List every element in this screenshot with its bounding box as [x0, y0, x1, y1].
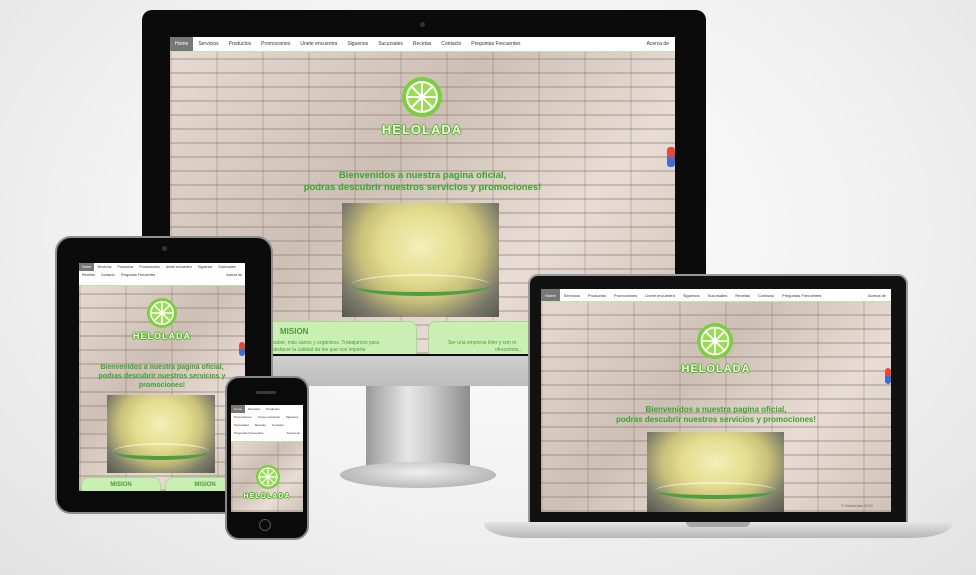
tablet-nav-item-unete[interactable]: Unete encuentra — [163, 263, 195, 271]
tablet-hero-line-2: podras descubrir nuestros servicios y pr… — [98, 373, 226, 390]
laptop-footer-text: © Heloladas 2015 — [841, 503, 873, 508]
laptop-notch — [686, 522, 750, 527]
phone-nav-item-home[interactable]: Home — [231, 405, 246, 413]
laptop-social-badge-icon[interactable] — [885, 368, 891, 384]
nav-item-siguenos[interactable]: Siguenos — [342, 41, 373, 47]
vision-text-1: Ser una empresa líder y con m — [448, 340, 517, 346]
laptop-hero-line-2: podras descubrir nuestros servicios y pr… — [615, 415, 817, 425]
tablet-brand-name: HELOLADA — [133, 331, 191, 341]
nav-item-recetas[interactable]: Recetas — [408, 41, 436, 47]
tablet-nav-item-sucursales[interactable]: Sucursales — [215, 263, 238, 271]
tablet-sorbet-photo — [107, 395, 215, 473]
laptop-nav-item-acerca[interactable]: Acerca de — [863, 293, 891, 298]
phone-nav-item-siguenos[interactable]: Siguenos — [283, 413, 302, 421]
nav-item-preguntas[interactable]: Preguntas Frecuentes — [466, 41, 525, 47]
nav-item-unete[interactable]: Unete encuentra — [295, 41, 342, 47]
phone-lime-logo-icon — [256, 465, 280, 489]
phone-nav-item-promociones[interactable]: Promociones — [231, 413, 255, 421]
tablet-screen: Home Servicios Productos Promociones Une… — [79, 263, 245, 491]
nav-item-home[interactable]: Home — [170, 37, 194, 51]
mission-title: MISION — [280, 327, 309, 336]
laptop-nav-item-servicios[interactable]: Servicios — [560, 293, 584, 298]
mission-text-1: te sabor, más sanos y orgánicos. Trabaja… — [267, 340, 380, 346]
tablet-nav-item-siguenos[interactable]: Siguenos — [195, 263, 216, 271]
tablet-hero-line-1: Bienvenidos a nuestra pagina oficial, — [100, 364, 224, 371]
phone-nav-item-recetas[interactable]: Recetas — [252, 421, 269, 429]
hero-line-2: podras descubrir nuestros servicios y pr… — [303, 182, 542, 194]
monitor-stand-base — [340, 462, 496, 488]
laptop-nav-item-recetas[interactable]: Recetas — [731, 293, 754, 298]
tablet-lime-logo-icon — [147, 298, 177, 328]
laptop-nav-item-promociones[interactable]: Promociones — [610, 293, 641, 298]
laptop-nav-item-productos[interactable]: Productos — [584, 293, 610, 298]
phone-brand-name: HELOLADA — [243, 493, 291, 500]
laptop-nav-item-siguenos[interactable]: Siguenos — [679, 293, 704, 298]
hero-headline: Bienvenidos a nuestra pagina oficial, po… — [260, 170, 585, 195]
phone-nav-item-preguntas[interactable]: Preguntas Frecuentes — [231, 429, 267, 437]
nav-item-sucursales[interactable]: Sucursales — [373, 41, 408, 47]
laptop-nav-item-unete[interactable]: Unete encuentra — [641, 293, 679, 298]
brand-name: HELOLADA — [381, 122, 463, 137]
mission-text-2: sastisfacer la calidad de los que nos im… — [267, 347, 366, 353]
desktop-nav: Home Servicios Productos Promociones Une… — [170, 37, 675, 52]
nav-item-acerca[interactable]: Acerca de — [640, 41, 675, 47]
phone-nav-item-unete[interactable]: Unete encuentra — [255, 413, 283, 421]
tablet-nav-item-home[interactable]: Home — [79, 263, 95, 271]
tablet-nav-item-preguntas[interactable]: Preguntas Frecuentes — [118, 271, 158, 279]
social-badge-icon[interactable] — [667, 147, 675, 167]
tablet-nav-item-recetas[interactable]: Recetas — [79, 271, 98, 279]
laptop-screen: Home Servicios Productos Promociones Une… — [541, 289, 891, 512]
tablet-hero-headline: Bienvenidos a nuestra pagina oficial, po… — [87, 363, 237, 390]
monitor-stand-neck — [366, 384, 470, 470]
laptop-hero-line-1: Bienvenidos a nuestra pagina oficial, — [645, 405, 787, 414]
sorbet-photo — [342, 203, 499, 317]
monitor-camera — [420, 22, 425, 27]
laptop-sorbet-photo — [647, 432, 784, 512]
lime-logo-icon — [402, 77, 442, 117]
nav-item-productos[interactable]: Productos — [224, 41, 257, 47]
tablet-nav-item-productos[interactable]: Productos — [115, 263, 137, 271]
phone-speaker — [256, 391, 276, 394]
tablet-mission-card: MISION — [81, 477, 161, 491]
phone-screen: Home Servicios Productos Promociones Une… — [231, 405, 303, 512]
tablet-camera — [162, 246, 167, 251]
tablet-nav: Home Servicios Productos Promociones Une… — [79, 263, 245, 286]
phone-nav-item-productos[interactable]: Productos — [263, 405, 283, 413]
nav-item-servicios[interactable]: Servicios — [193, 41, 223, 47]
laptop-nav-item-home[interactable]: Home — [541, 289, 560, 301]
laptop-brand-name: HELOLADA — [681, 363, 751, 375]
phone-nav-item-sucursales[interactable]: Sucursales — [231, 421, 252, 429]
laptop-lime-logo-icon — [697, 323, 733, 359]
phone-nav-item-servicios[interactable]: Servicios — [245, 405, 263, 413]
nav-item-promociones[interactable]: Promociones — [256, 41, 295, 47]
phone-nav-item-contacto[interactable]: Contacto — [269, 421, 287, 429]
nav-item-contacto[interactable]: Contacto — [436, 41, 466, 47]
phone-nav-item-acerca[interactable]: Acerca de — [283, 429, 303, 437]
hero-line-1: Bienvenidos a nuestra pagina oficial, — [338, 170, 507, 181]
laptop-nav-item-preguntas[interactable]: Preguntas Frecuentes — [778, 293, 825, 298]
tablet-nav-item-servicios[interactable]: Servicios — [94, 263, 114, 271]
phone-nav: Home Servicios Productos Promociones Une… — [231, 405, 303, 442]
tablet-nav-item-contacto[interactable]: Contacto — [98, 271, 118, 279]
laptop-nav-item-contacto[interactable]: Contacto — [754, 293, 778, 298]
tablet-nav-item-acerca[interactable]: Acerca de — [223, 271, 245, 279]
laptop-nav: Home Servicios Productos Promociones Une… — [541, 289, 891, 302]
tablet-nav-item-promociones[interactable]: Promociones — [136, 263, 162, 271]
laptop-nav-item-sucursales[interactable]: Sucursales — [704, 293, 732, 298]
phone-home-button[interactable] — [259, 519, 271, 531]
tablet-mission-title: MISION — [110, 482, 132, 488]
laptop-hero-headline: Bienvenidos a nuestra pagina oficial, po… — [581, 405, 851, 426]
tablet-social-badge-icon[interactable] — [239, 342, 245, 356]
